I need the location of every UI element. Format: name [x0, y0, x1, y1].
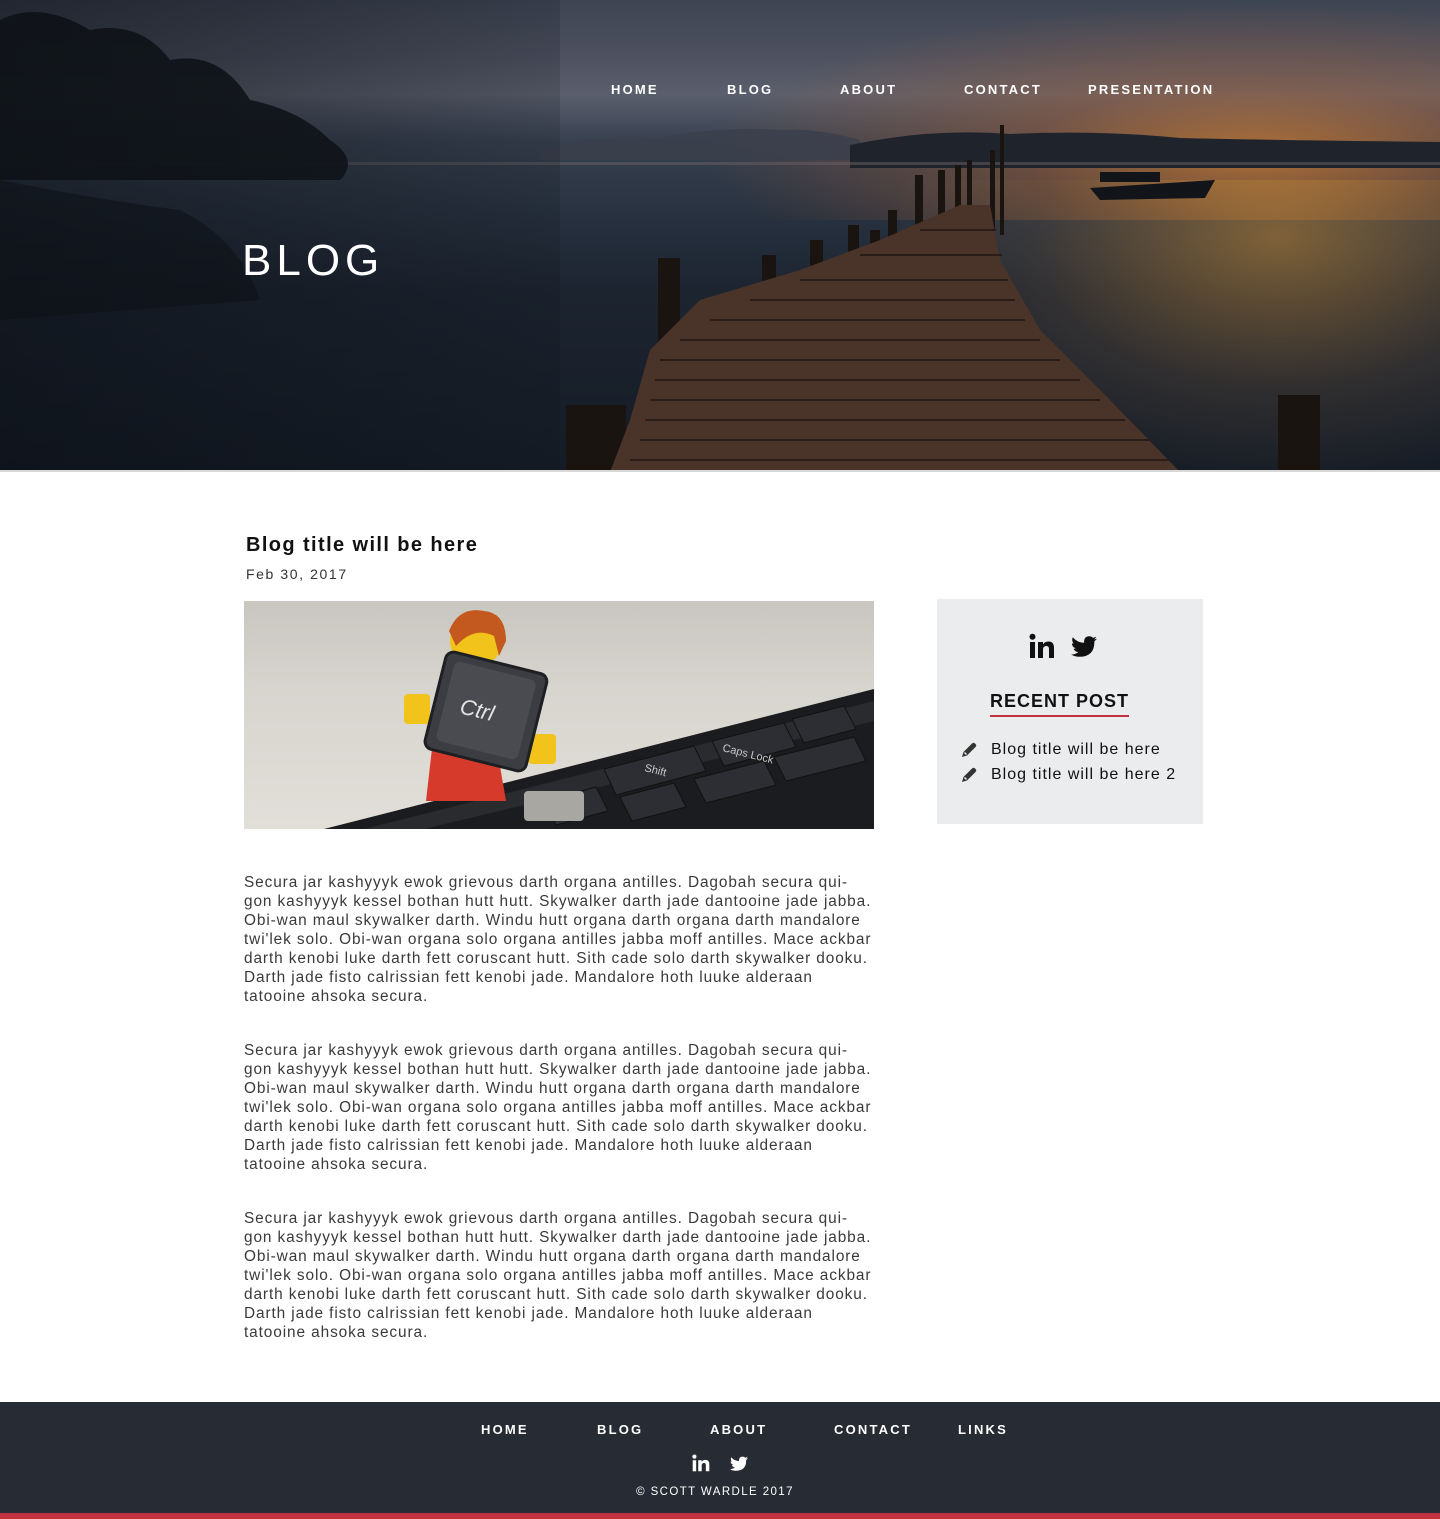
page-title: BLOG [242, 236, 385, 285]
nav-blog[interactable]: BLOG [727, 82, 773, 97]
main-nav: HOME BLOG ABOUT CONTACT PRESENTATION [0, 82, 1440, 102]
post-date: Feb 30, 2017 [246, 566, 348, 582]
recent-post-item[interactable]: Blog title will be here [959, 737, 1176, 762]
post-paragraph: Secura jar kashyyyk ewok grievous darth … [244, 1210, 872, 1341]
twitter-icon[interactable] [1071, 636, 1097, 662]
lego-keyboard-illustration: Caps Lock Shift Ctrl [324, 610, 874, 829]
pencil-icon [959, 765, 979, 785]
post-title: Blog title will be here [246, 534, 479, 556]
footer: HOME BLOG ABOUT CONTACT LINKS © SCOTT WA… [0, 1402, 1440, 1519]
recent-post-list: Blog title will be here Blog title will … [959, 737, 1176, 787]
nav-presentation[interactable]: PRESENTATION [1088, 82, 1214, 97]
post-body: Secura jar kashyyyk ewok grievous darth … [244, 873, 876, 1377]
hero-banner: HOME BLOG ABOUT CONTACT PRESENTATION BLO… [0, 0, 1440, 472]
nav-contact[interactable]: CONTACT [964, 82, 1042, 97]
footer-accent-bar [0, 1513, 1440, 1519]
recent-post-link[interactable]: Blog title will be here [991, 741, 1161, 759]
nav-about[interactable]: ABOUT [840, 82, 897, 97]
twitter-icon[interactable] [730, 1456, 748, 1476]
recent-post-link[interactable]: Blog title will be here 2 [991, 766, 1176, 784]
footer-nav-blog[interactable]: BLOG [597, 1422, 643, 1437]
linkedin-icon[interactable] [692, 1454, 710, 1476]
recent-post-heading: RECENT POST [990, 691, 1130, 717]
footer-nav-about[interactable]: ABOUT [710, 1422, 767, 1437]
post-paragraph: Secura jar kashyyyk ewok grievous darth … [244, 874, 872, 1005]
footer-nav-home[interactable]: HOME [481, 1422, 529, 1437]
pencil-icon [959, 740, 979, 760]
footer-nav-contact[interactable]: CONTACT [834, 1422, 912, 1437]
linkedin-icon[interactable] [1029, 633, 1055, 663]
footer-nav-links[interactable]: LINKS [958, 1422, 1008, 1437]
recent-post-item[interactable]: Blog title will be here 2 [959, 762, 1176, 787]
nav-home[interactable]: HOME [611, 82, 659, 97]
post-featured-image: Caps Lock Shift Ctrl [244, 601, 874, 829]
post-paragraph: Secura jar kashyyyk ewok grievous darth … [244, 1042, 872, 1173]
sidebar: RECENT POST Blog title will be here Blog… [937, 599, 1203, 824]
copyright: © SCOTT WARDLE 2017 [636, 1486, 794, 1498]
